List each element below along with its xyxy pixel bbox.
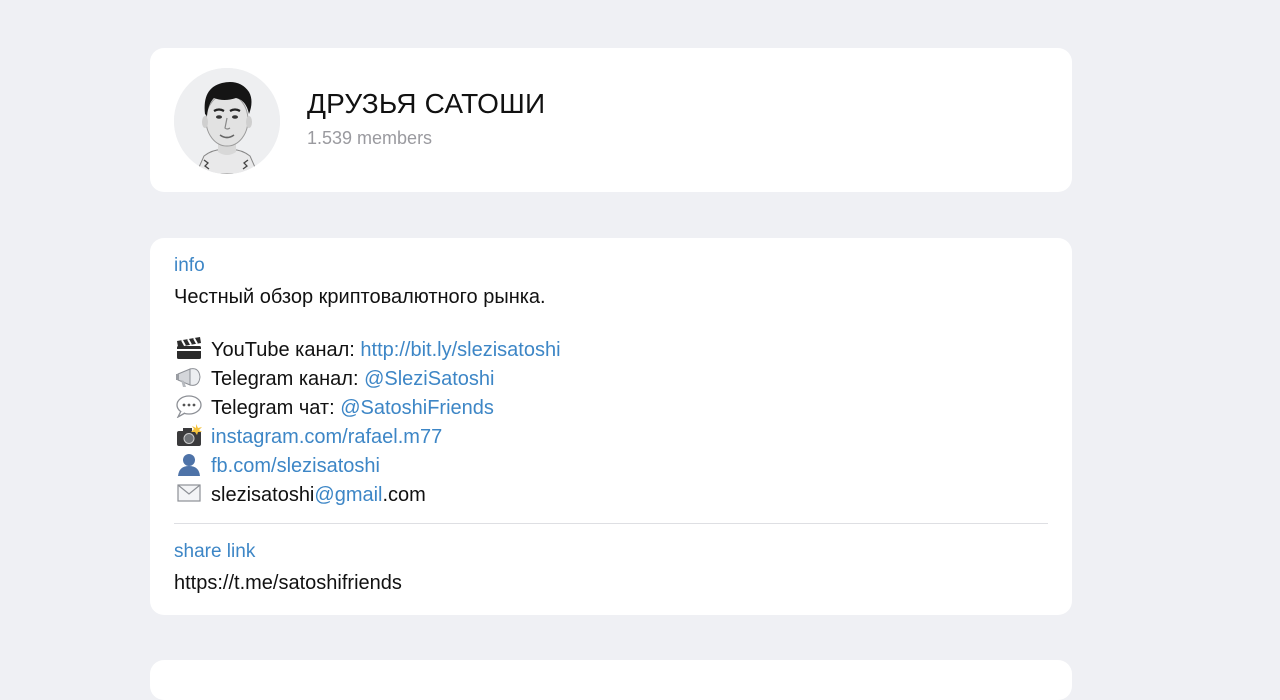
info-lines: YouTube канал: http://bit.ly/slezisatosh… [174, 336, 1048, 510]
email-line: slezisatoshi@gmail.com [174, 481, 1048, 510]
group-header-card: ДРУЗЬЯ САТОШИ 1.539 members [150, 48, 1072, 192]
email-suffix: .com [382, 484, 426, 506]
telegram-chat-prefix: Telegram чат: [211, 397, 341, 419]
email-link[interactable]: @gmail [314, 484, 382, 506]
instagram-line: instagram.com/rafael.m77 [174, 423, 1048, 452]
telegram-channel-prefix: Telegram канал: [211, 368, 365, 390]
group-description: Честный обзор криптовалютного рынка. [174, 286, 546, 308]
speech-bubble-icon [174, 394, 204, 419]
megaphone-icon [174, 365, 204, 389]
telegram-chat-line: Telegram чат: @SatoshiFriends [174, 394, 1048, 423]
avatar-portrait-icon [174, 68, 280, 174]
group-title: ДРУЗЬЯ САТОШИ [307, 88, 546, 119]
next-card [150, 660, 1072, 700]
share-link-value[interactable]: https://t.me/satoshifriends [174, 570, 1048, 596]
envelope-icon [174, 481, 204, 505]
telegram-chat-link[interactable]: @SatoshiFriends [340, 397, 494, 419]
info-label: info [174, 255, 205, 276]
youtube-line: YouTube канал: http://bit.ly/slezisatosh… [174, 336, 1048, 365]
camera-flash-icon [174, 423, 204, 447]
info-card: info Честный обзор криптовалютного рынка… [150, 238, 1072, 615]
youtube-prefix: YouTube канал: [211, 339, 361, 361]
instagram-link[interactable]: instagram.com/rafael.m77 [211, 426, 442, 448]
facebook-link[interactable]: fb.com/slezisatoshi [211, 455, 380, 477]
section-divider [174, 523, 1048, 524]
telegram-channel-line: Telegram канал: @SleziSatoshi [174, 365, 1048, 394]
facebook-line: fb.com/slezisatoshi [174, 452, 1048, 481]
member-count: 1.539 members [307, 128, 433, 148]
youtube-link[interactable]: http://bit.ly/slezisatoshi [360, 339, 560, 361]
telegram-channel-link[interactable]: @SleziSatoshi [364, 368, 494, 390]
share-link-label: share link [174, 541, 256, 562]
user-silhouette-icon [174, 452, 204, 476]
clapperboard-icon [174, 336, 204, 360]
email-prefix: slezisatoshi [211, 484, 315, 506]
group-avatar[interactable] [174, 68, 280, 174]
